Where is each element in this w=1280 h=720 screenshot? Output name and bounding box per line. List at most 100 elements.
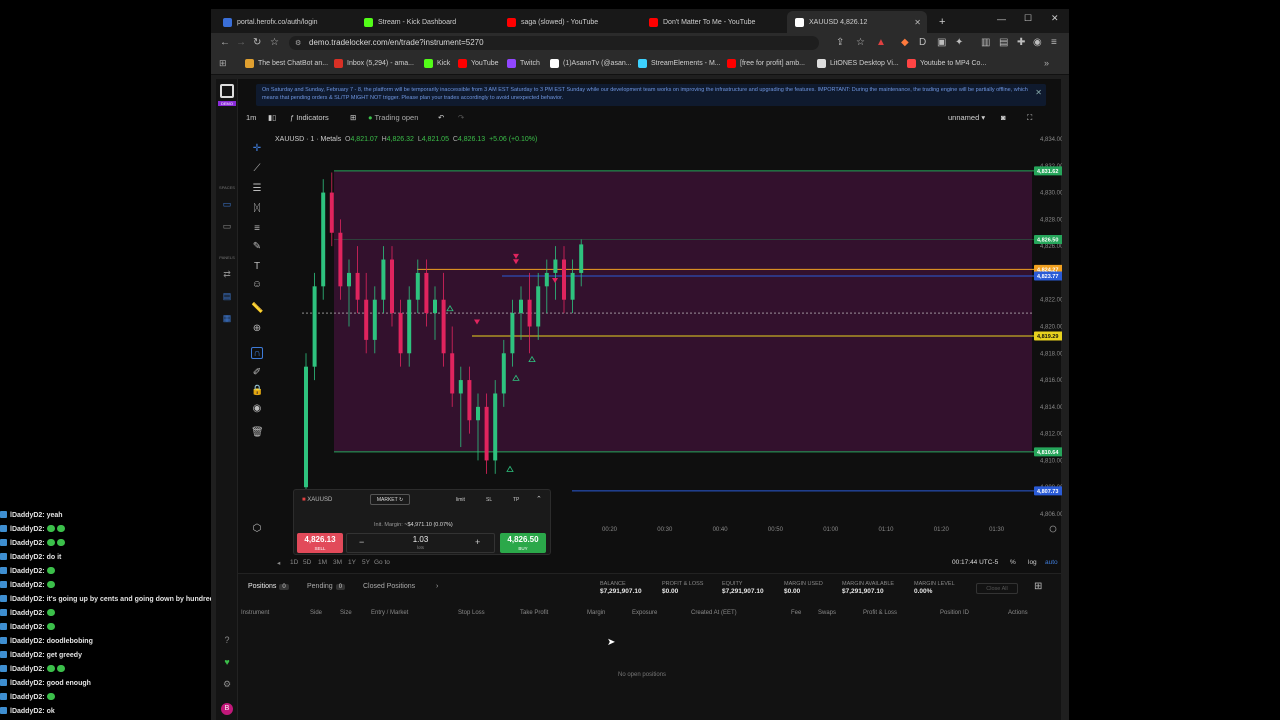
trend-line-icon[interactable]: ⟋ (251, 163, 263, 175)
layout-select[interactable]: unnamed ▾ (948, 113, 985, 122)
favorites-icon[interactable]: ⬡ (251, 523, 263, 535)
tab-xauusd[interactable]: XAUUSD 4,826.12 ✕ (787, 11, 927, 33)
reload-icon[interactable]: ↻ (253, 37, 261, 48)
candle-type-icon[interactable]: ▮▯ (268, 113, 276, 122)
extension-icon[interactable]: ✦ (955, 37, 963, 48)
settings-icon[interactable]: ⚙ (222, 679, 232, 689)
lots-stepper[interactable]: − 1.03 lots + (346, 533, 495, 553)
new-tab-button[interactable]: + (931, 11, 947, 33)
col-created-at[interactable]: Created At (EET) (691, 610, 737, 616)
bookmark-item[interactable]: StreamElements - M... (638, 59, 721, 68)
panel-icon[interactable]: ▦ (222, 313, 232, 323)
wallet-icon[interactable]: ▤ (999, 37, 1008, 48)
close-tab-icon[interactable]: ✕ (914, 18, 921, 27)
visibility-icon[interactable]: ◉ (251, 403, 263, 415)
col-actions[interactable]: Actions (1008, 610, 1028, 616)
close-banner-icon[interactable]: ✕ (1035, 89, 1042, 97)
log-toggle[interactable]: log (1028, 559, 1037, 566)
bookmark-item[interactable]: LitONES Desktop Vi... (817, 59, 899, 68)
scroll-left-icon[interactable]: ◂ (277, 559, 280, 567)
extension-icon[interactable]: D (919, 37, 926, 48)
bookmark-item[interactable]: Kick (424, 59, 450, 68)
fullscreen-icon[interactable]: ⛶ (1027, 113, 1032, 123)
range-1y[interactable]: 1Y (348, 559, 356, 566)
range-3m[interactable]: 3M (333, 559, 342, 566)
auto-toggle[interactable]: auto (1045, 559, 1058, 566)
sl-tab[interactable]: SL (486, 497, 492, 503)
range-1m[interactable]: 1M (318, 559, 327, 566)
bookmark-icon[interactable]: ☆ (270, 37, 279, 48)
bookmark-item[interactable]: (1)AsanoTv (@asan... (550, 59, 632, 68)
tp-tab[interactable]: TP (513, 497, 519, 503)
range-5y[interactable]: 5Y (362, 559, 370, 566)
panel-icon[interactable]: ⇄ (222, 269, 232, 279)
tab-youtube-saga[interactable]: saga (slowed) - YouTube (499, 11, 635, 33)
menu-icon[interactable]: ≡ (1051, 37, 1057, 48)
fib-icon[interactable]: ☰ (251, 183, 263, 195)
limit-tab[interactable]: limit (456, 497, 465, 503)
back-icon[interactable]: ← (220, 37, 230, 48)
alert-icon[interactable]: ▲ (876, 37, 886, 48)
bookmark-item[interactable]: Youtube to MP4 Co... (907, 59, 986, 68)
sidebar-icon[interactable]: ▥ (981, 37, 990, 48)
bookmark-item[interactable]: [free for profit] amb... (727, 59, 805, 68)
space-icon[interactable]: ▭ (222, 199, 232, 209)
collapse-icon[interactable]: ⌃ (536, 495, 542, 503)
bookmark-item[interactable]: YouTube (458, 59, 499, 68)
timeframe-button[interactable]: 1m (246, 113, 256, 122)
star-icon[interactable]: ☆ (856, 37, 865, 48)
trash-icon[interactable]: 🗑 (251, 427, 264, 439)
tab-closed-positions[interactable]: Closed Positions (363, 583, 415, 590)
brush-icon[interactable]: ✎ (251, 241, 263, 253)
emoji-icon[interactable]: ☺ (251, 279, 263, 291)
more-bookmarks-icon[interactable]: » (1044, 58, 1049, 68)
tab-herofx[interactable]: portal.herofx.co/auth/login (215, 11, 351, 33)
col-instrument[interactable]: Instrument (241, 610, 269, 616)
col-fee[interactable]: Fee (791, 610, 801, 616)
forecast-icon[interactable]: ≡ (251, 223, 263, 235)
help-icon[interactable]: ? (222, 635, 232, 645)
more-tabs-icon[interactable]: › (436, 583, 438, 590)
camera-icon[interactable]: ◙ (1001, 113, 1006, 122)
zoom-icon[interactable]: ⊕ (251, 323, 263, 335)
col-size[interactable]: Size (340, 610, 352, 616)
percent-toggle[interactable]: % (1010, 559, 1016, 566)
col-swaps[interactable]: Swaps (818, 610, 836, 616)
avatar[interactable]: B (221, 703, 233, 715)
col-take-profit[interactable]: Take Profit (520, 610, 548, 616)
range-5d[interactable]: 5D (303, 559, 311, 566)
grid-settings-icon[interactable]: ⊞ (1034, 581, 1042, 592)
minimize-icon[interactable]: — (997, 14, 1006, 24)
forward-icon[interactable]: → (236, 37, 246, 48)
col-position-id[interactable]: Position ID (940, 610, 969, 616)
brave-shield-icon[interactable]: ◆ (901, 37, 909, 48)
draw-mode-icon[interactable]: ✐ (251, 367, 263, 379)
plus-icon[interactable]: + (475, 537, 480, 547)
puzzle-icon[interactable]: ✚ (1017, 37, 1025, 48)
site-info-icon[interactable]: ⚙ (295, 39, 301, 47)
crosshair-icon[interactable]: ✛ (251, 143, 263, 155)
close-all-button[interactable]: Close All (976, 583, 1018, 594)
col-stop-loss[interactable]: Stop Loss (458, 610, 485, 616)
maximize-icon[interactable]: ☐ (1024, 13, 1032, 24)
space-icon[interactable]: ▭ (222, 221, 232, 231)
tradelocker-logo-icon[interactable] (220, 84, 234, 98)
magnet-icon[interactable]: ∩ (251, 347, 263, 359)
undo-icon[interactable]: ↶ (438, 113, 444, 122)
indicators-button[interactable]: ƒ Indicators (290, 113, 329, 122)
tab-youtube-song[interactable]: Don't Matter To Me - YouTube (641, 11, 781, 33)
close-window-icon[interactable]: ✕ (1051, 13, 1059, 24)
tab-kick[interactable]: Stream - Kick Dashboard (356, 11, 492, 33)
url-field[interactable]: demo.tradelocker.com/en/trade?instrument… (289, 36, 819, 50)
col-side[interactable]: Side (310, 610, 322, 616)
col-exposure[interactable]: Exposure (632, 610, 657, 616)
vpn-icon[interactable]: ◉ (1033, 37, 1042, 48)
apps-grid-icon[interactable]: ⊞ (219, 58, 227, 69)
ruler-icon[interactable]: 📏 (251, 303, 263, 315)
bookmark-item[interactable]: Inbox (5,294) - ama... (334, 59, 414, 68)
redo-icon[interactable]: ↷ (458, 113, 464, 122)
connection-icon[interactable]: ♥ (222, 657, 232, 667)
lock-icon[interactable]: 🔒 (251, 385, 263, 397)
clock[interactable]: 00:17:44 UTC-5 (952, 559, 998, 566)
tab-pending[interactable]: Pending 0 (307, 583, 346, 590)
